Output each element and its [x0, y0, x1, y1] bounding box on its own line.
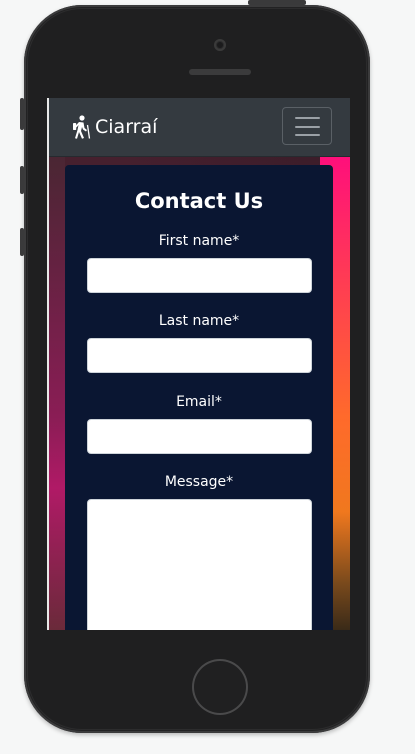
contact-form: Contact Us First name* Last name* Email*…: [65, 165, 333, 630]
hiking-icon: [73, 115, 91, 139]
last-name-input[interactable]: [87, 338, 312, 373]
mute-switch: [20, 98, 24, 130]
last-name-label: Last name*: [158, 313, 240, 329]
page: Ciarraí Contact Us First name* Last name…: [0, 0, 415, 754]
home-button[interactable]: [192, 659, 248, 715]
brand-text: Ciarraí: [95, 116, 158, 138]
front-camera: [214, 39, 226, 51]
brand-link[interactable]: Ciarraí: [71, 114, 157, 140]
hamburger-menu-icon: [295, 117, 320, 136]
message-textarea[interactable]: [87, 499, 312, 630]
volume-down-button: [20, 228, 24, 256]
email-input[interactable]: [87, 419, 312, 454]
navbar: Ciarraí: [49, 98, 350, 157]
hero-background-left: [49, 157, 65, 630]
first-name-input[interactable]: [87, 258, 312, 293]
phone-screen: Ciarraí Contact Us First name* Last name…: [47, 98, 350, 630]
email-label: Email*: [176, 394, 222, 410]
navbar-toggle-button[interactable]: [282, 107, 332, 145]
first-name-label: First name*: [158, 233, 240, 249]
power-button: [248, 0, 306, 5]
earpiece-speaker: [189, 69, 251, 75]
message-label: Message*: [164, 474, 234, 490]
volume-up-button: [20, 166, 24, 194]
contact-form-title: Contact Us: [134, 189, 264, 213]
